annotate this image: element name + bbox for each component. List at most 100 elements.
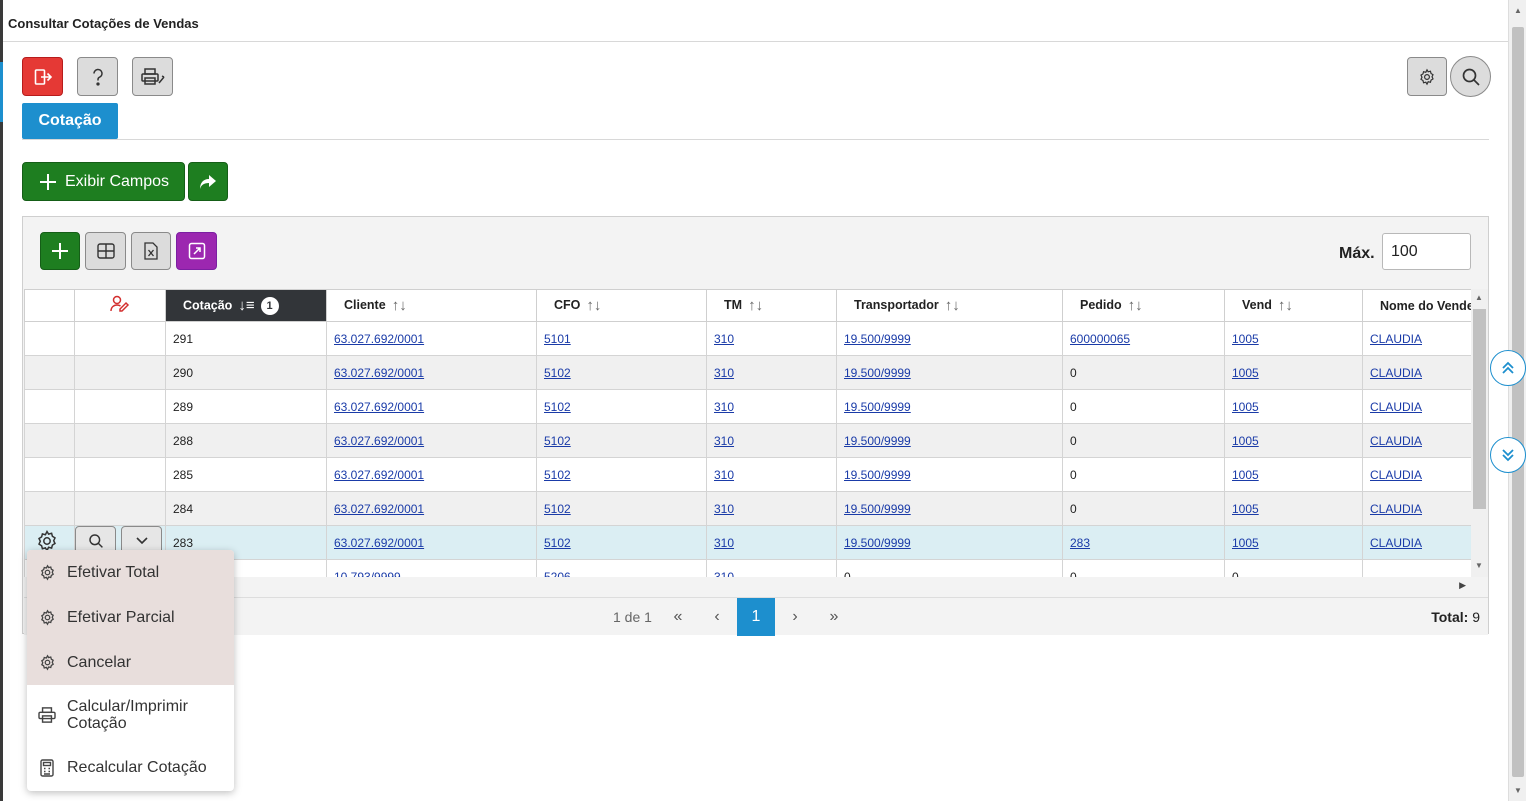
scroll-top-button[interactable] xyxy=(1490,350,1526,386)
menu-item-label: Cancelar xyxy=(67,653,132,671)
link-tm[interactable]: 310 xyxy=(714,366,734,380)
exibir-campos-button[interactable]: Exibir Campos xyxy=(22,162,185,201)
link-vend[interactable]: 1005 xyxy=(1232,536,1259,550)
link-tm[interactable]: 310 xyxy=(714,502,734,516)
link-cfo[interactable]: 5102 xyxy=(544,434,571,448)
table-row[interactable]: 285 63.027.692/0001 5102 310 19.500/9999… xyxy=(24,457,1475,492)
link-vend[interactable]: 1005 xyxy=(1232,366,1259,380)
link-cliente[interactable]: 63.027.692/0001 xyxy=(334,366,424,380)
page-scroll-thumb[interactable] xyxy=(1512,27,1524,777)
header-transportador[interactable]: Transportador ↑↓ xyxy=(836,289,1063,322)
calculator-icon xyxy=(40,759,54,777)
current-page-button[interactable]: 1 xyxy=(737,598,775,636)
link-vend[interactable]: 1005 xyxy=(1232,468,1259,482)
link-cfo[interactable]: 5102 xyxy=(544,468,571,482)
grid-vertical-scrollbar[interactable]: ▲ ▼ xyxy=(1471,289,1488,577)
link-transportador[interactable]: 19.500/9999 xyxy=(844,366,911,380)
link-tm[interactable]: 310 xyxy=(714,332,734,346)
link-cfo[interactable]: 5102 xyxy=(544,502,571,516)
header-pedido[interactable]: Pedido ↑↓ xyxy=(1062,289,1225,322)
link-pedido[interactable]: 283 xyxy=(1070,536,1090,550)
scroll-bottom-button[interactable] xyxy=(1490,437,1526,473)
menu-item-calcular-imprimir[interactable]: Calcular/Imprimir Cotação xyxy=(27,690,234,740)
table-row[interactable]: 284 63.027.692/0001 5102 310 19.500/9999… xyxy=(24,491,1475,526)
tab-cotacao[interactable]: Cotação xyxy=(22,103,118,139)
exit-button[interactable] xyxy=(22,57,63,96)
link-tm[interactable]: 310 xyxy=(714,434,734,448)
grid-horizontal-scrollbar[interactable]: ▶ xyxy=(24,577,1488,595)
link-transportador[interactable]: 19.500/9999 xyxy=(844,502,911,516)
grid-layout-button[interactable] xyxy=(85,232,126,270)
link-transportador[interactable]: 19.500/9999 xyxy=(844,468,911,482)
table-row[interactable]: 288 63.027.692/0001 5102 310 19.500/9999… xyxy=(24,423,1475,458)
page-vertical-scrollbar[interactable]: ▲ ▼ xyxy=(1508,0,1526,801)
link-cfo[interactable]: 5102 xyxy=(544,400,571,414)
first-page-button[interactable]: « xyxy=(659,598,697,636)
link-cliente[interactable]: 63.027.692/0001 xyxy=(334,434,424,448)
menu-item-recalcular[interactable]: Recalcular Cotação xyxy=(27,748,234,788)
link-cliente[interactable]: 63.027.692/0001 xyxy=(334,536,424,550)
max-input[interactable]: 100 xyxy=(1382,233,1471,270)
page-info: 1 de 1 xyxy=(613,609,652,625)
row-context-menu: Efetivar Total Efetivar Parcial Cancelar… xyxy=(27,550,234,791)
link-vend[interactable]: 1005 xyxy=(1232,502,1259,516)
last-page-button[interactable]: » xyxy=(815,598,853,636)
link-nome[interactable]: CLAUDIA xyxy=(1370,400,1422,414)
header-cotacao[interactable]: Cotação ↓≡ 1 xyxy=(165,289,327,322)
link-nome[interactable]: CLAUDIA xyxy=(1370,502,1422,516)
menu-item-label: Efetivar Total xyxy=(67,563,160,581)
settings-button[interactable] xyxy=(1407,57,1447,96)
total-value: 9 xyxy=(1472,609,1480,625)
link-cliente[interactable]: 63.027.692/0001 xyxy=(334,468,424,482)
link-pedido[interactable]: 600000065 xyxy=(1070,332,1130,346)
user-edit-icon xyxy=(110,295,130,312)
link-nome[interactable]: CLAUDIA xyxy=(1370,536,1422,550)
link-cliente[interactable]: 63.027.692/0001 xyxy=(334,502,424,516)
link-nome[interactable]: CLAUDIA xyxy=(1370,332,1422,346)
link-cfo[interactable]: 5102 xyxy=(544,366,571,380)
link-nome[interactable]: CLAUDIA xyxy=(1370,468,1422,482)
header-cliente[interactable]: Cliente ↑↓ xyxy=(326,289,537,322)
link-cfo[interactable]: 5101 xyxy=(544,332,571,346)
header-cfo[interactable]: CFO ↑↓ xyxy=(536,289,707,322)
prev-page-button[interactable]: ‹ xyxy=(698,598,736,636)
link-tm[interactable]: 310 xyxy=(714,536,734,550)
link-nome[interactable]: CLAUDIA xyxy=(1370,366,1422,380)
link-vend[interactable]: 1005 xyxy=(1232,434,1259,448)
table-row-selected[interactable]: 283 63.027.692/0001 5102 310 19.500/9999… xyxy=(24,525,1475,560)
link-transportador[interactable]: 19.500/9999 xyxy=(844,332,911,346)
add-row-button[interactable] xyxy=(40,232,80,270)
link-cliente[interactable]: 63.027.692/0001 xyxy=(334,332,424,346)
print-settings-button[interactable] xyxy=(132,57,173,96)
share-button[interactable] xyxy=(188,162,228,201)
link-nome[interactable]: CLAUDIA xyxy=(1370,434,1422,448)
header-nome-vendedor[interactable]: Nome do Vende xyxy=(1362,289,1475,322)
next-page-button[interactable]: › xyxy=(776,598,814,636)
link-vend[interactable]: 1005 xyxy=(1232,400,1259,414)
scroll-thumb[interactable] xyxy=(1473,309,1486,509)
table-row[interactable]: 291 63.027.692/0001 5101 310 19.500/9999… xyxy=(24,321,1475,356)
link-transportador[interactable]: 19.500/9999 xyxy=(844,434,911,448)
link-tm[interactable]: 310 xyxy=(714,468,734,482)
link-transportador[interactable]: 19.500/9999 xyxy=(844,536,911,550)
expand-button[interactable] xyxy=(176,232,217,270)
menu-item-cancelar[interactable]: Cancelar xyxy=(27,640,234,685)
excel-file-icon xyxy=(144,242,158,260)
export-excel-button[interactable] xyxy=(131,232,171,270)
link-transportador[interactable]: 19.500/9999 xyxy=(844,400,911,414)
table-row[interactable]: 289 63.027.692/0001 5102 310 19.500/9999… xyxy=(24,389,1475,424)
link-vend[interactable]: 1005 xyxy=(1232,332,1259,346)
header-vend[interactable]: Vend ↑↓ xyxy=(1224,289,1363,322)
header-tm[interactable]: TM ↑↓ xyxy=(706,289,837,322)
menu-item-efetivar-total[interactable]: Efetivar Total xyxy=(27,550,234,595)
sort-desc-icon: ↓≡ xyxy=(238,297,255,314)
header-user-filter[interactable] xyxy=(74,289,166,322)
search-button[interactable] xyxy=(1450,56,1491,97)
link-cliente[interactable]: 63.027.692/0001 xyxy=(334,400,424,414)
help-button[interactable] xyxy=(77,57,118,96)
link-tm[interactable]: 310 xyxy=(714,400,734,414)
menu-item-efetivar-parcial[interactable]: Efetivar Parcial xyxy=(27,595,234,640)
link-cfo[interactable]: 5102 xyxy=(544,536,571,550)
table-row[interactable]: 290 63.027.692/0001 5102 310 19.500/9999… xyxy=(24,355,1475,390)
menu-item-label: Calcular/Imprimir Cotação xyxy=(67,698,188,732)
